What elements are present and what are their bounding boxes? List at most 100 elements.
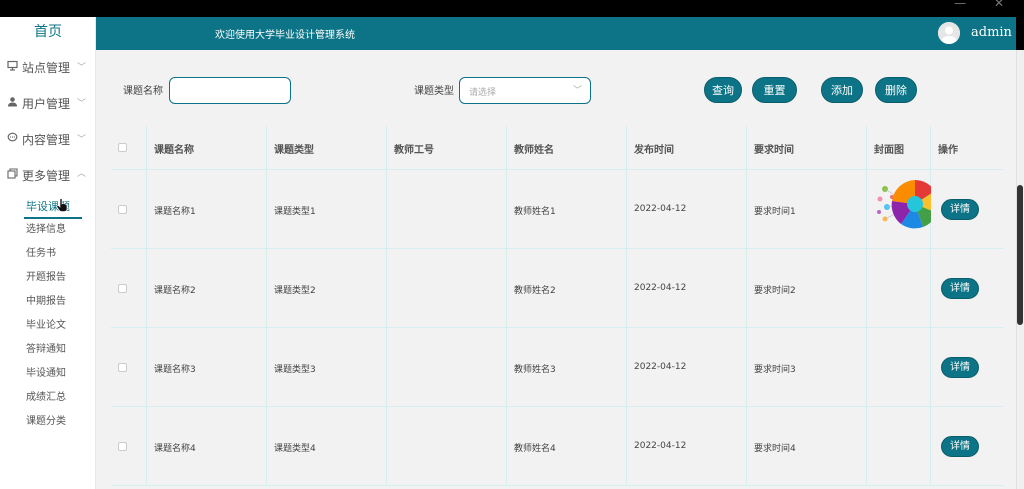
sidebar-menu-label: 内容管理 (22, 133, 71, 147)
table-cell (867, 249, 931, 327)
cover-image[interactable] (871, 179, 931, 229)
chevron-down-icon: ﹀ (77, 63, 87, 73)
cell-topic-name: 课题名称2 (154, 286, 196, 296)
detail-button[interactable]: 详情 (941, 357, 979, 378)
cell-topic-type: 课题类型3 (274, 365, 316, 375)
cell-required-time: 要求时间2 (754, 286, 796, 296)
row-checkbox[interactable] (118, 205, 127, 214)
row-select-cell (111, 407, 147, 485)
sidebar-subitem-proposal[interactable]: 开题报告 (0, 267, 96, 289)
query-button[interactable]: 查询 (704, 77, 742, 103)
cell-publish-time: 2022-04-12 (634, 204, 687, 214)
column-header: 教师姓名 (507, 126, 627, 169)
select-all-checkbox[interactable] (118, 143, 127, 152)
add-button[interactable]: 添加 (821, 77, 863, 103)
sidebar-subitem-label: 答辩通知 (26, 344, 66, 355)
column-header-label: 课题类型 (274, 145, 314, 156)
chevron-up-icon: ︿ (77, 169, 87, 179)
table-cell: 课题名称4 (147, 407, 267, 485)
monitor-icon (7, 50, 19, 86)
row-checkbox[interactable] (118, 442, 127, 451)
topic-type-select[interactable]: 请选择 ﹀ (459, 77, 591, 104)
column-header-label: 发布时间 (634, 145, 674, 156)
cell-publish-time: 2022-04-12 (634, 362, 687, 372)
sidebar-home-link[interactable]: 首页 (0, 17, 96, 49)
table-row: 课题名称1 课题类型1 教师姓名1 2022-04-12 要求时间1 详情 (111, 170, 1003, 249)
app-title: 欢迎使用大学毕业设计管理系统 (215, 30, 355, 41)
table-cell: 课题类型2 (267, 249, 387, 327)
sidebar-menu-users[interactable]: 用户管理 ﹀ (0, 86, 96, 122)
table-cell: 要求时间4 (747, 407, 867, 485)
delete-button[interactable]: 删除 (875, 77, 917, 103)
sidebar-subitem-task[interactable]: 任务书 (0, 243, 96, 265)
table-cell: 2022-04-12 (627, 249, 747, 327)
table-cell (387, 170, 507, 248)
row-select-cell (111, 170, 147, 248)
reset-button[interactable]: 重置 (752, 77, 797, 103)
topic-name-label: 课题名称 (123, 86, 163, 97)
column-header-label: 操作 (938, 145, 958, 156)
window-controls[interactable]: — ✕ (954, 0, 1016, 10)
table-cell: 教师姓名3 (507, 328, 627, 406)
main-content: 课题名称 课题类型 请选择 ﹀ 查询 重置 添加 删除 课题名称 课题类型 教师… (96, 50, 1016, 489)
table-cell: 2022-04-12 (627, 407, 747, 485)
username[interactable]: admin (971, 25, 1012, 40)
sidebar-subitem-label: 毕业论文 (26, 320, 66, 331)
detail-button[interactable]: 详情 (941, 199, 979, 220)
sidebar-menu-content[interactable]: 内容管理 ﹀ (0, 122, 96, 158)
table-cell: 要求时间3 (747, 328, 867, 406)
sidebar-subitem-defense[interactable]: 答辩通知 (0, 339, 96, 361)
column-header-label: 封面图 (874, 145, 904, 156)
row-checkbox[interactable] (118, 363, 127, 372)
sidebar-subitem-label: 成绩汇总 (26, 392, 66, 403)
avatar[interactable] (938, 22, 960, 44)
sidebar-subitem-selection[interactable]: 选择信息 (0, 219, 96, 241)
table-cell: 详情 (931, 249, 1003, 327)
sidebar-subitem-label: 开题报告 (26, 272, 66, 283)
cell-topic-type: 课题类型4 (274, 444, 316, 454)
sidebar-subitem-thesis[interactable]: 毕业论文 (0, 315, 96, 337)
cell-teacher-name: 教师姓名2 (514, 286, 556, 296)
table-cell (867, 328, 931, 406)
sidebar-subitem-label: 中期报告 (26, 296, 66, 307)
scrollbar-thumb[interactable] (1017, 185, 1023, 325)
table-row: 课题名称4 课题类型4 教师姓名4 2022-04-12 要求时间4 详情 (111, 407, 1003, 486)
window-top-bar: — ✕ (0, 0, 1024, 17)
app-header: 欢迎使用大学毕业设计管理系统 admin (96, 17, 1016, 50)
detail-button[interactable]: 详情 (941, 278, 979, 299)
cell-topic-name: 课题名称1 (154, 207, 196, 217)
row-select-cell (111, 328, 147, 406)
sidebar-subitem-topics[interactable]: 毕设课题 (0, 196, 96, 219)
sidebar: 首页 站点管理 ﹀ 用户管理 ﹀ 内容管理 ﹀ 更多管理 ︿ 毕设课题 选择信息… (0, 17, 96, 489)
cell-publish-time: 2022-04-12 (634, 283, 687, 293)
table-cell (387, 328, 507, 406)
table-cell: 教师姓名4 (507, 407, 627, 485)
table-cell: 课题名称2 (147, 249, 267, 327)
column-header-label: 教师工号 (394, 145, 434, 156)
column-header: 课题名称 (147, 126, 267, 169)
cell-publish-time: 2022-04-12 (634, 441, 687, 451)
row-checkbox[interactable] (118, 284, 127, 293)
column-header: 课题类型 (267, 126, 387, 169)
table-cell: 详情 (931, 407, 1003, 485)
detail-button[interactable]: 详情 (941, 436, 979, 457)
table-row: 课题名称3 课题类型3 教师姓名3 2022-04-12 要求时间3 详情 (111, 328, 1003, 407)
sidebar-menu-label: 用户管理 (22, 97, 71, 111)
table-cell (387, 249, 507, 327)
topic-name-input[interactable] (169, 77, 291, 104)
table-cell: 2022-04-12 (627, 328, 747, 406)
sidebar-menu-more[interactable]: 更多管理 ︿ (0, 158, 96, 194)
sidebar-subitem-grades[interactable]: 成绩汇总 (0, 387, 96, 409)
table-cell: 详情 (931, 170, 1003, 248)
column-header: 操作 (931, 126, 1003, 169)
table-cell: 2022-04-12 (627, 170, 747, 248)
sidebar-subitem-notice[interactable]: 毕设通知 (0, 363, 96, 385)
hand-cursor-icon (56, 198, 68, 212)
sidebar-subitem-category[interactable]: 课题分类 (0, 411, 96, 433)
table-cell: 教师姓名1 (507, 170, 627, 248)
topic-type-label: 课题类型 (414, 86, 454, 97)
sidebar-menu-site[interactable]: 站点管理 ﹀ (0, 50, 96, 86)
table-cell: 课题类型4 (267, 407, 387, 485)
sidebar-subitem-midterm[interactable]: 中期报告 (0, 291, 96, 313)
column-header-label: 课题名称 (154, 145, 194, 156)
